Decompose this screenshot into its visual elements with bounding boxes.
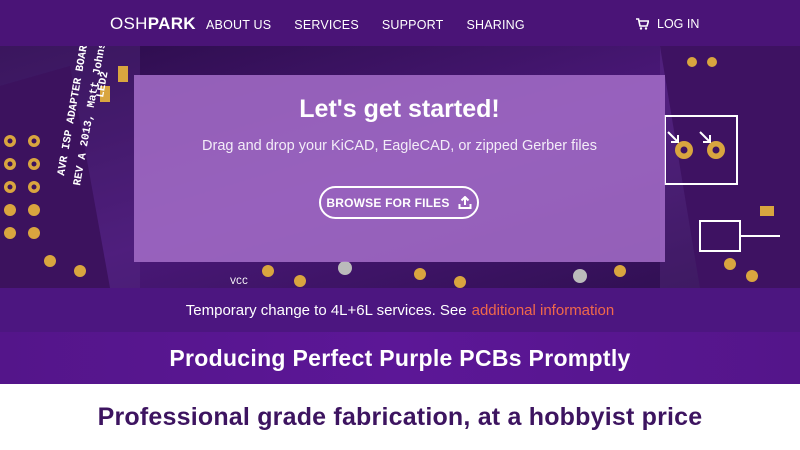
upload-title: Let's get started! [299, 95, 500, 123]
nav-link-about-us[interactable]: ABOUT US [206, 18, 271, 32]
upload-card[interactable]: Let's get started! Drag and drop your Ki… [134, 75, 665, 262]
login-label: LOG IN [657, 17, 700, 31]
upload-icon [458, 196, 472, 209]
nav-link-support[interactable]: SUPPORT [382, 18, 444, 32]
nav-link-sharing[interactable]: SHARING [466, 18, 524, 32]
login-link[interactable]: LOG IN [636, 17, 699, 31]
logo[interactable]: OSHPARK [110, 14, 196, 34]
hero-banner: AVR ISP ADAPTER BOARD REV A 2013, Matt J… [0, 46, 800, 288]
board-label-vcc: VCC [230, 277, 248, 288]
headline-text: Professional grade fabrication, at a hob… [97, 402, 703, 431]
nav-links: ABOUT US SERVICES SUPPORT SHARING [206, 18, 548, 32]
service-notice: Temporary change to 4L+6L services. See … [0, 288, 800, 332]
browse-files-label: BROWSE FOR FILES [326, 195, 450, 210]
tagline-text: Producing Perfect Purple PCBs Promptly [169, 344, 631, 371]
logo-bold: PARK [147, 14, 196, 33]
section-headline: Professional grade fabrication, at a hob… [0, 384, 800, 450]
notice-text: Temporary change to 4L+6L services. See [185, 301, 467, 319]
cart-icon [636, 18, 649, 30]
additional-information-link[interactable]: additional information [472, 302, 615, 319]
browse-files-button[interactable]: BROWSE FOR FILES [319, 186, 479, 219]
nav-link-services[interactable]: SERVICES [294, 18, 359, 32]
tagline-banner: Producing Perfect Purple PCBs Promptly [0, 332, 800, 384]
logo-light: OSH [110, 14, 148, 33]
upload-subtitle: Drag and drop your KiCAD, EagleCAD, or z… [202, 138, 597, 154]
top-nav: OSHPARK ABOUT US SERVICES SUPPORT SHARIN… [0, 0, 800, 46]
